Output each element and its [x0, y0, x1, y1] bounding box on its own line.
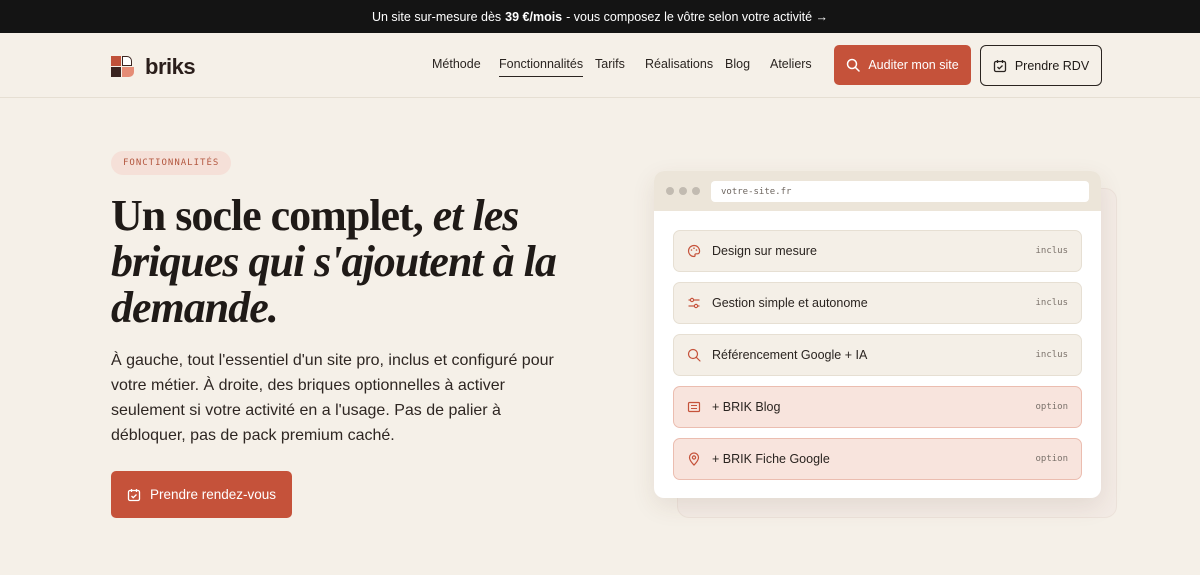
- nav-item-tarifs[interactable]: Tarifs: [595, 57, 625, 71]
- search-icon: [687, 348, 701, 362]
- book-appointment-button[interactable]: Prendre rendez-vous: [111, 471, 292, 518]
- feature-label: Design sur mesure: [712, 244, 817, 258]
- browser-mockup: votre-site.fr Design sur mesure inclus G…: [654, 171, 1101, 498]
- article-icon: [687, 400, 701, 414]
- feature-label: Gestion simple et autonome: [712, 296, 868, 310]
- feature-row: Gestion simple et autonome inclus: [673, 282, 1082, 324]
- site-header: briks Méthode Fonctionnalités Tarifs Réa…: [0, 33, 1200, 98]
- audit-site-label: Auditer mon site: [868, 58, 959, 72]
- announcement-price: 39 €/mois: [505, 9, 563, 24]
- feature-tag: option: [1035, 454, 1068, 464]
- feature-row-option: + BRIK Blog option: [673, 386, 1082, 428]
- feature-tag: inclus: [1035, 350, 1068, 360]
- window-dot-icon: [666, 187, 674, 195]
- window-dot-icon: [679, 187, 687, 195]
- book-rdv-label: Prendre RDV: [1014, 58, 1090, 73]
- nav-item-blog[interactable]: Blog: [725, 57, 750, 71]
- address-bar: votre-site.fr: [711, 181, 1089, 202]
- feature-tag: inclus: [1035, 298, 1068, 308]
- feature-row: Référencement Google + IA inclus: [673, 334, 1082, 376]
- feature-row: Design sur mesure inclus: [673, 230, 1082, 272]
- hero-headline: Un socle complet, et les briques qui s'a…: [111, 193, 571, 331]
- announcement-text-before: Un site sur-mesure dès: [371, 9, 502, 24]
- feature-row-option: + BRIK Fiche Google option: [673, 438, 1082, 480]
- feature-label: Référencement Google + IA: [712, 348, 868, 362]
- nav-item-realisations[interactable]: Réalisations: [645, 57, 713, 71]
- nav-item-fonctionnalites[interactable]: Fonctionnalités: [499, 57, 584, 77]
- feature-tag: option: [1035, 402, 1068, 412]
- book-rdv-button[interactable]: Prendre RDV: [980, 45, 1102, 86]
- nav-item-ateliers[interactable]: Ateliers: [770, 57, 812, 71]
- book-appointment-label: Prendre rendez-vous: [149, 487, 277, 502]
- sliders-icon: [687, 296, 701, 310]
- headline-regular: Un socle complet,: [111, 191, 424, 240]
- feature-tag: inclus: [1035, 246, 1068, 256]
- nav-item-methode[interactable]: Méthode: [432, 57, 481, 71]
- search-icon: [847, 58, 861, 72]
- calendar-icon: [127, 488, 141, 501]
- window-dot-icon: [692, 187, 700, 195]
- section-eyebrow: FONCTIONNALITÉS: [111, 151, 232, 175]
- map-pin-icon: [687, 452, 701, 466]
- calendar-icon: [993, 59, 1006, 72]
- hero-paragraph: À gauche, tout l'essentiel d'un site pro…: [111, 352, 554, 444]
- feature-label: + BRIK Blog: [712, 400, 781, 414]
- browser-toolbar: votre-site.fr: [654, 171, 1101, 211]
- announcement-bar[interactable]: Un site sur-mesure dès 39 €/mois - vous …: [0, 0, 1200, 33]
- announcement-text-after: - vous composez le vôtre selon votre act…: [566, 9, 829, 24]
- palette-icon: [687, 244, 701, 258]
- audit-site-button[interactable]: Auditer mon site: [834, 45, 971, 85]
- feature-label: + BRIK Fiche Google: [712, 452, 830, 466]
